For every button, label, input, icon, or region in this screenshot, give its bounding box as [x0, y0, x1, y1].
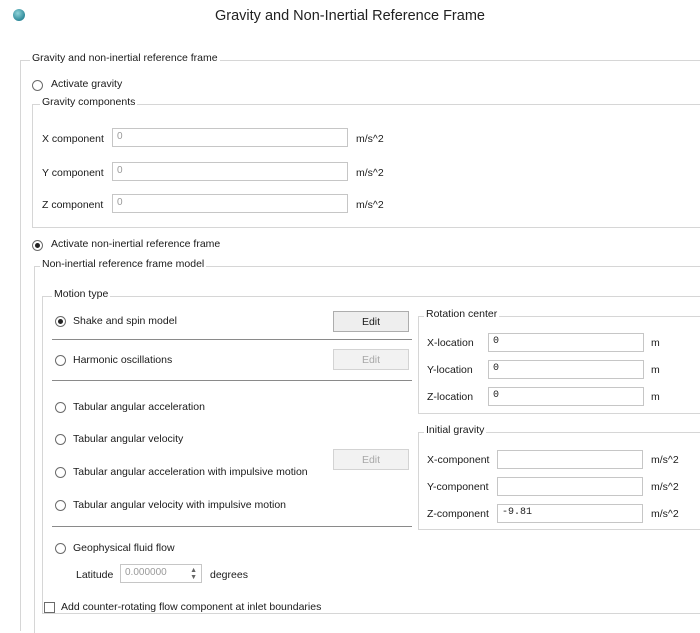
separator: [52, 380, 412, 381]
rot-z-unit: m: [651, 391, 660, 403]
shake-spin-radio[interactable]: [55, 316, 66, 327]
ig-z-label: Z-component: [427, 508, 489, 520]
separator: [52, 526, 412, 527]
gravity-y-unit: m/s^2: [356, 167, 384, 179]
ig-y-label: Y-component: [427, 481, 489, 493]
gravity-y-label: Y component: [42, 167, 104, 179]
shake-spin-edit-button[interactable]: Edit: [333, 311, 409, 332]
gravity-x-unit: m/s^2: [356, 133, 384, 145]
tab-ang-acc-imp-radio[interactable]: [55, 467, 66, 478]
ig-y-input[interactable]: [497, 477, 643, 496]
latitude-value: 0.000000: [125, 567, 167, 578]
tab-ang-acc-label: Tabular angular acceleration: [73, 401, 205, 413]
gravity-x-label: X component: [42, 133, 104, 145]
rot-y-label: Y-location: [427, 364, 473, 376]
motion-type-label: Motion type: [52, 288, 111, 300]
activate-gravity-radio[interactable]: [32, 80, 43, 91]
harmonic-label: Harmonic oscillations: [73, 354, 173, 366]
geo-fluid-label: Geophysical fluid flow: [73, 542, 175, 554]
rotation-center-label: Rotation center: [424, 308, 500, 320]
ig-z-unit: m/s^2: [651, 508, 679, 520]
tab-ang-vel-radio[interactable]: [55, 434, 66, 445]
tab-ang-vel-label: Tabular angular velocity: [73, 433, 184, 445]
initial-gravity-label: Initial gravity: [424, 424, 487, 436]
rot-z-input[interactable]: 0: [488, 387, 644, 406]
tab-ang-acc-radio[interactable]: [55, 402, 66, 413]
separator: [52, 339, 412, 340]
rot-y-unit: m: [651, 364, 660, 376]
ig-x-input[interactable]: [497, 450, 643, 469]
tab-ang-acc-imp-label: Tabular angular acceleration with impuls…: [73, 466, 308, 478]
harmonic-edit-button[interactable]: Edit: [333, 349, 409, 370]
rot-y-input[interactable]: 0: [488, 360, 644, 379]
latitude-spinbox[interactable]: 0.000000 ▲ ▼: [120, 564, 202, 583]
tab-ang-vel-imp-radio[interactable]: [55, 500, 66, 511]
shake-spin-label: Shake and spin model: [73, 315, 177, 327]
activate-gravity-label: Activate gravity: [51, 78, 123, 90]
non-inertial-model-label: Non-inertial reference frame model: [40, 258, 207, 270]
gravity-x-input[interactable]: 0: [112, 128, 348, 147]
rot-x-unit: m: [651, 337, 660, 349]
geo-fluid-radio[interactable]: [55, 543, 66, 554]
tabular-edit-button[interactable]: Edit: [333, 449, 409, 470]
latitude-label: Latitude: [76, 569, 114, 581]
tab-ang-vel-imp-label: Tabular angular velocity with impulsive …: [73, 499, 287, 511]
rot-x-input[interactable]: 0: [488, 333, 644, 352]
counter-rotating-label: Add counter-rotating flow component at i…: [61, 601, 322, 613]
gravity-components-label: Gravity components: [40, 96, 138, 108]
rot-z-label: Z-location: [427, 391, 474, 403]
activate-non-inertial-radio[interactable]: [32, 240, 43, 251]
gravity-z-input[interactable]: 0: [112, 194, 348, 213]
ig-z-input[interactable]: -9.81: [497, 504, 643, 523]
outer-group-label: Gravity and non-inertial reference frame: [30, 52, 220, 64]
harmonic-radio[interactable]: [55, 355, 66, 366]
latitude-unit: degrees: [210, 569, 248, 581]
ig-y-unit: m/s^2: [651, 481, 679, 493]
window-title: Gravity and Non-Inertial Reference Frame: [215, 8, 485, 24]
ig-x-label: X-component: [427, 454, 490, 466]
gravity-z-unit: m/s^2: [356, 199, 384, 211]
gravity-y-input[interactable]: 0: [112, 162, 348, 181]
activate-non-inertial-label: Activate non-inertial reference frame: [51, 238, 221, 250]
ig-x-unit: m/s^2: [651, 454, 679, 466]
spin-arrows-icon[interactable]: ▲ ▼: [190, 567, 197, 581]
gravity-z-label: Z component: [42, 199, 104, 211]
rot-x-label: X-location: [427, 337, 474, 349]
counter-rotating-checkbox[interactable]: [44, 602, 55, 613]
